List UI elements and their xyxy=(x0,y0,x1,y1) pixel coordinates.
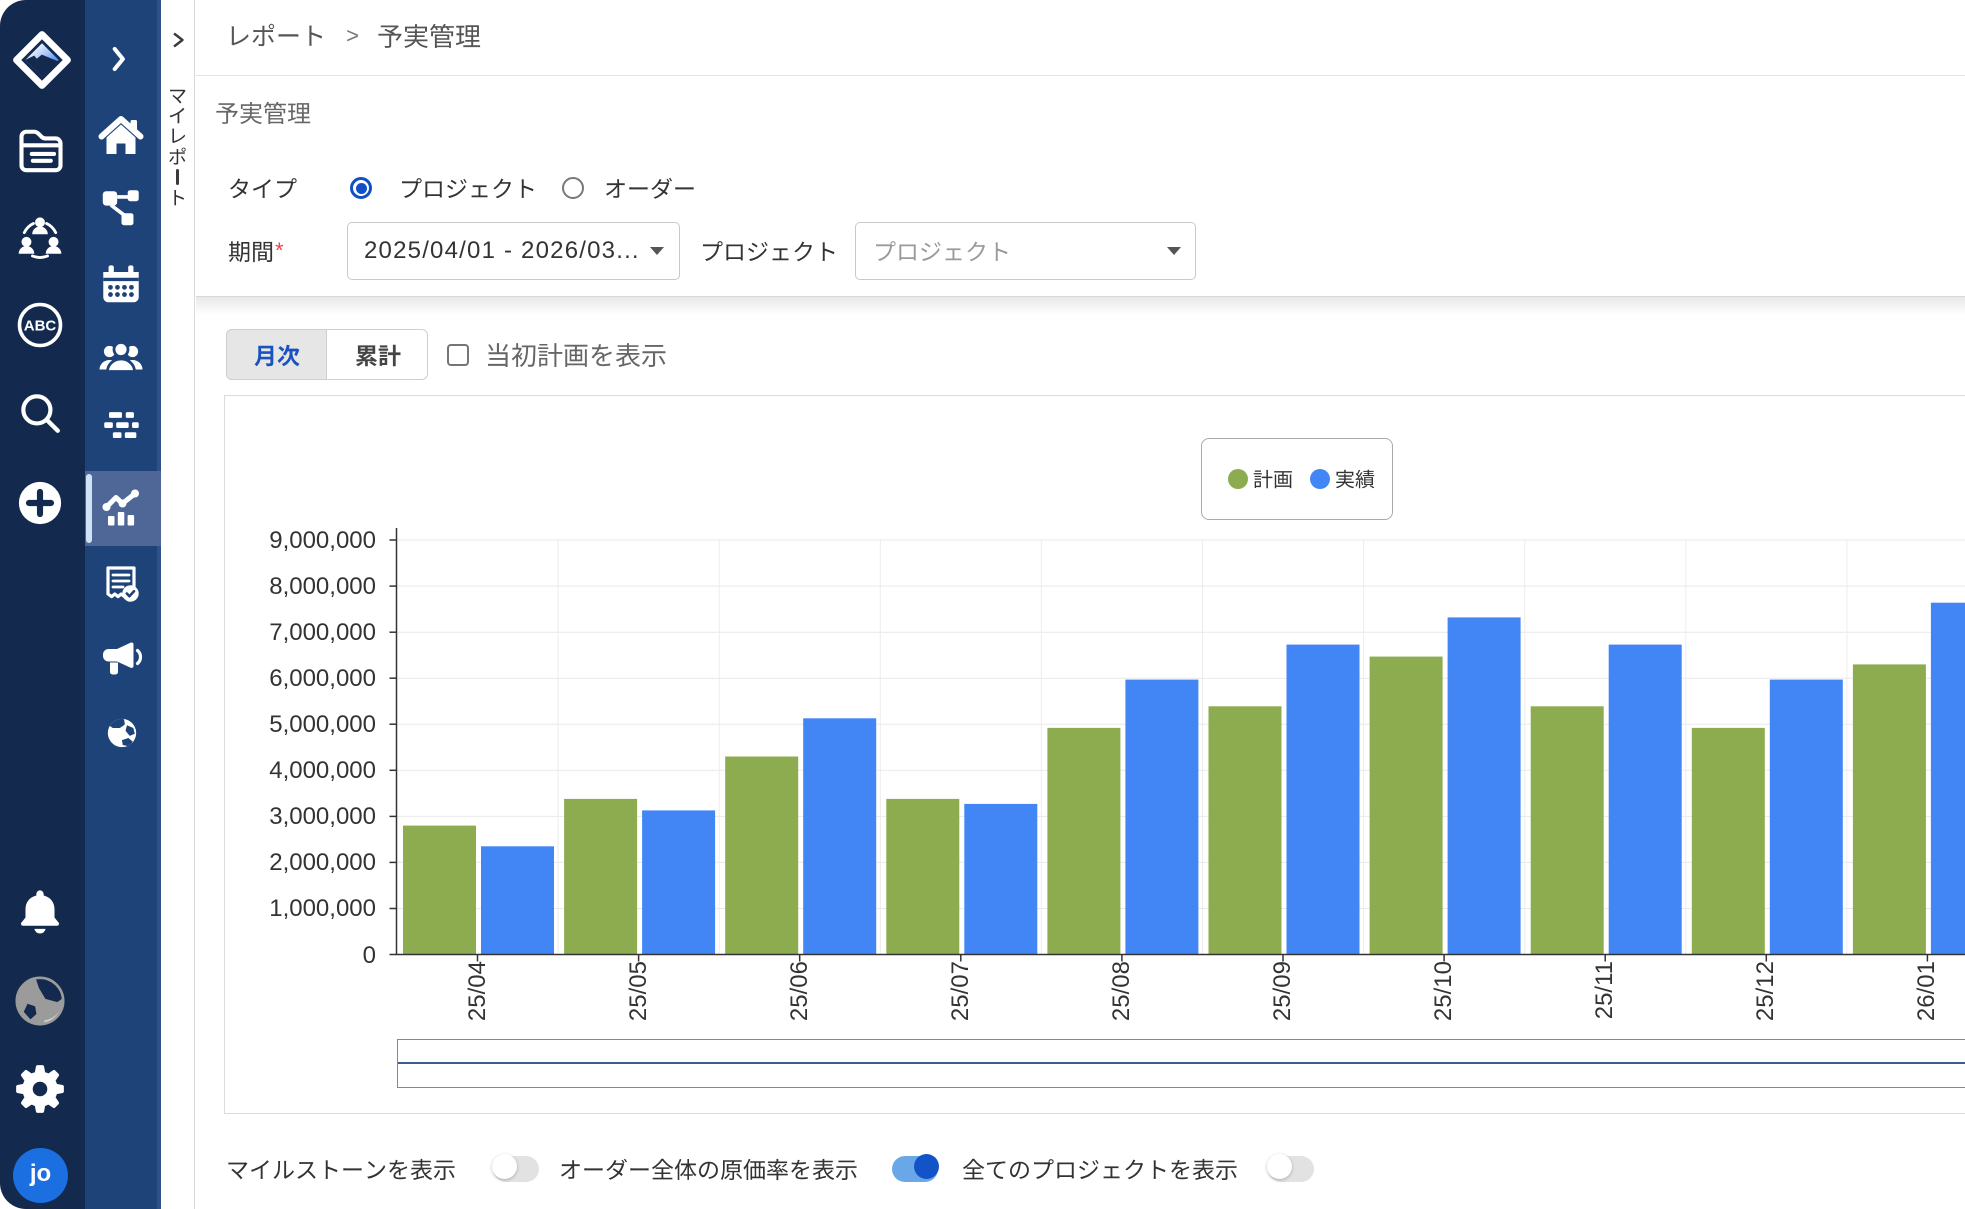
svg-text:ABC: ABC xyxy=(24,318,57,335)
